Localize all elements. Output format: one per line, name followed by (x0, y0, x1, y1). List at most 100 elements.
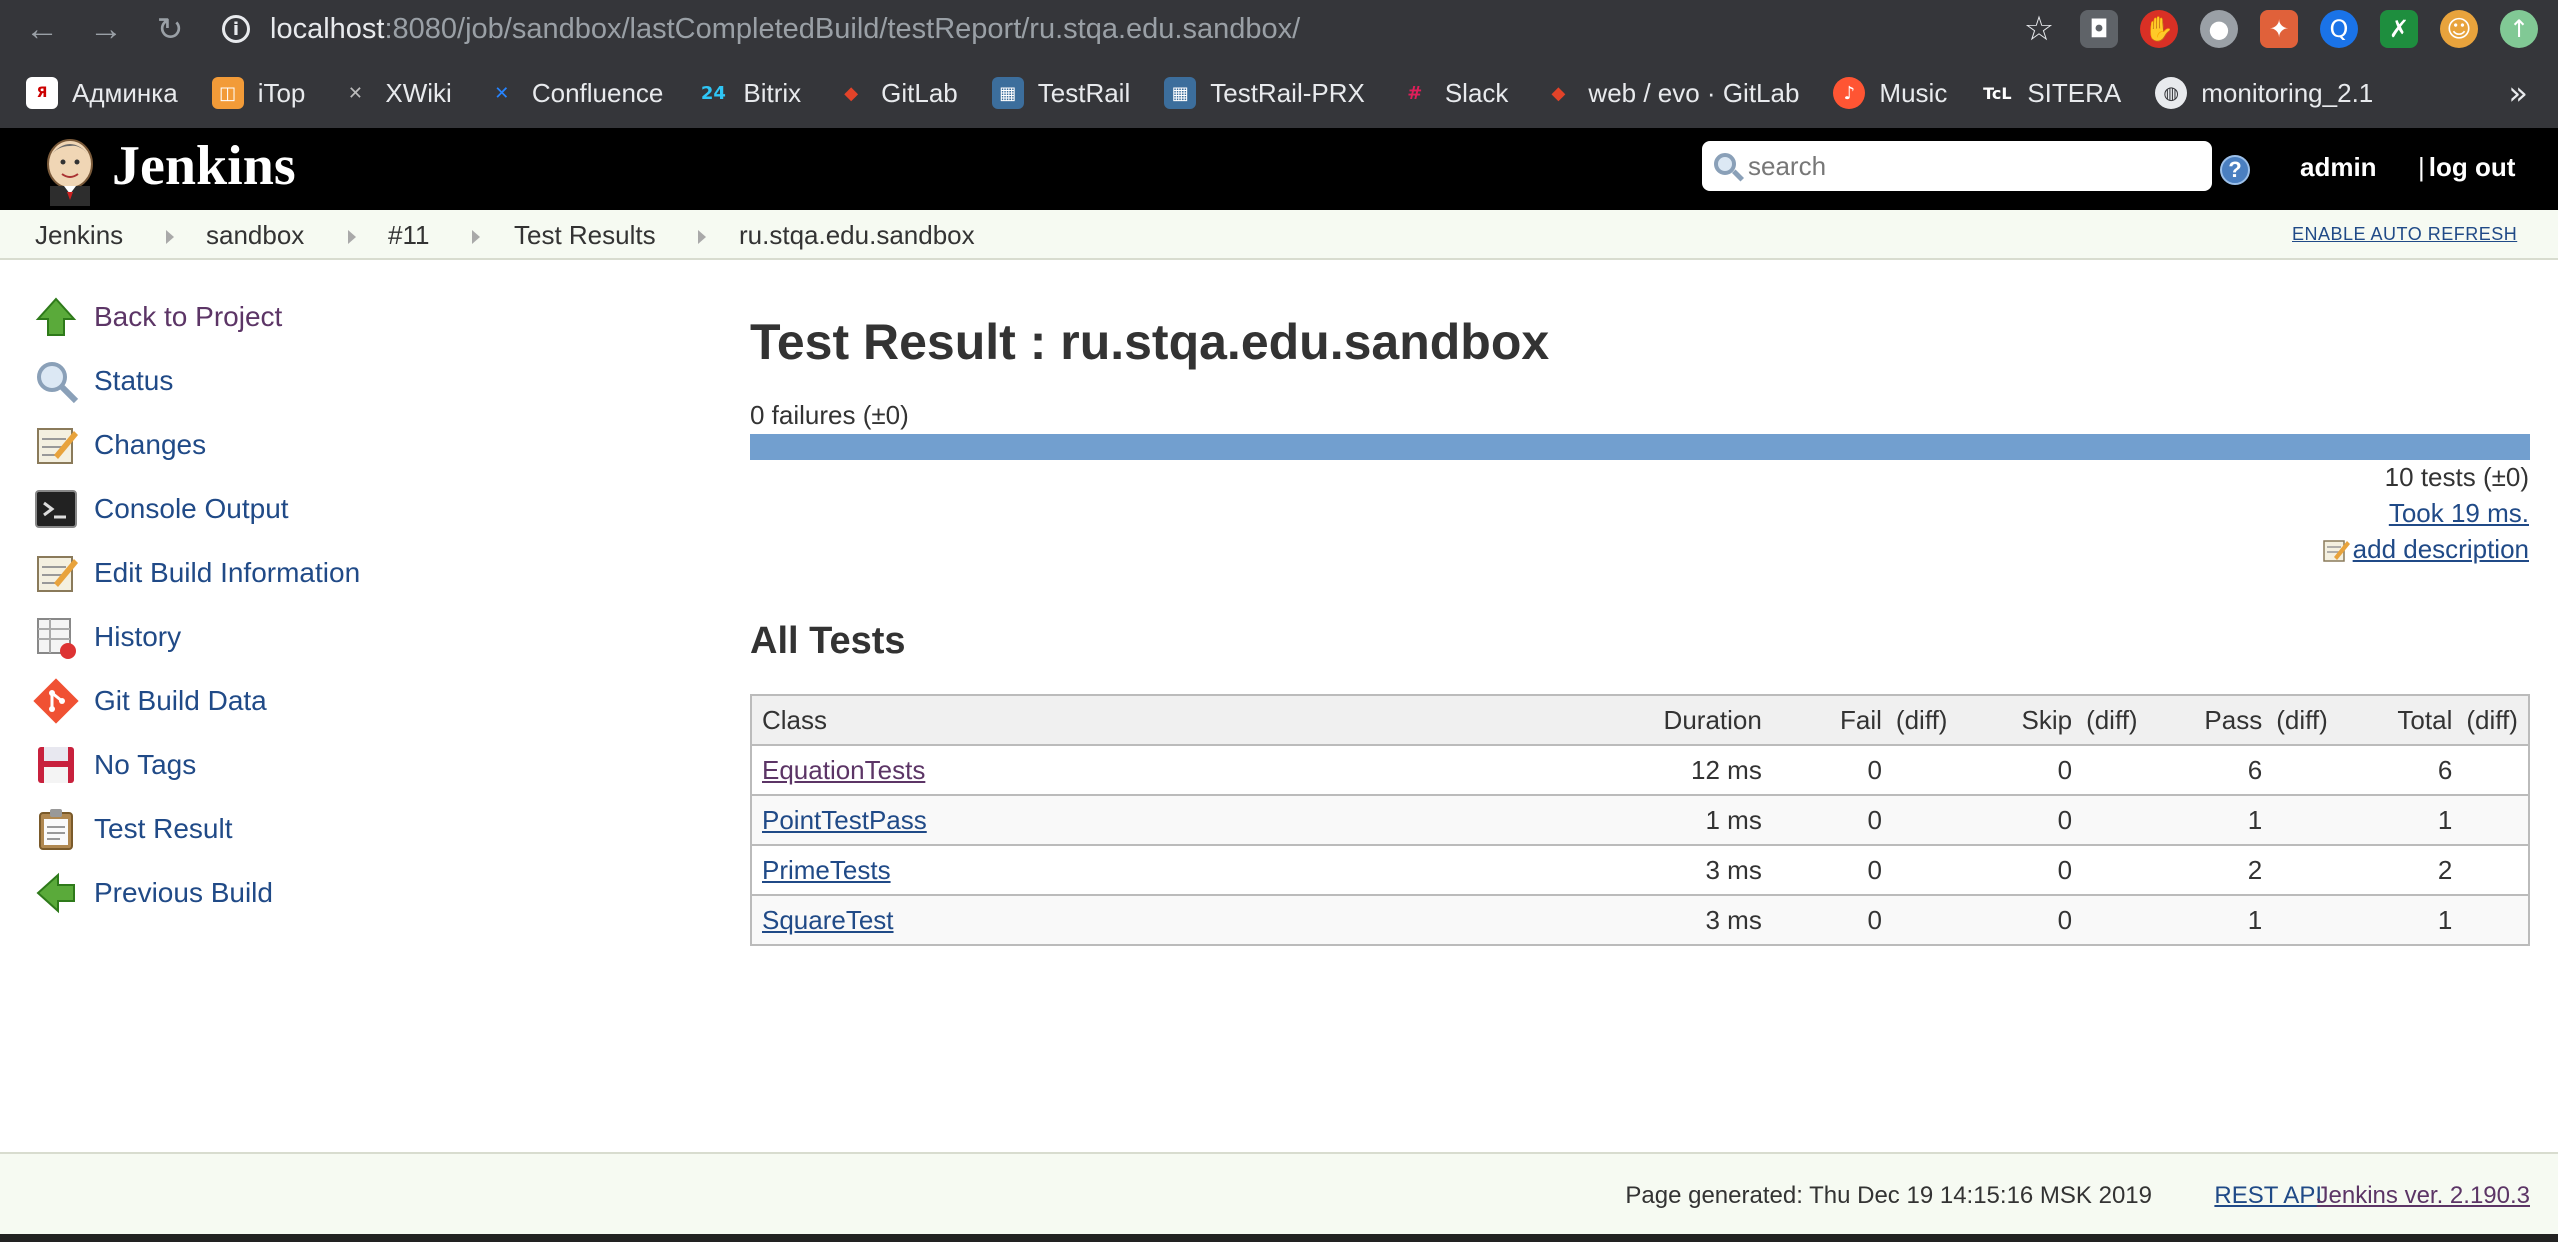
breadcrumb-separator-icon[interactable] (348, 230, 356, 244)
task-previous-build[interactable]: Previous Build (32, 868, 273, 918)
bookmark-item[interactable]: ♪ Music (1833, 77, 1947, 109)
column-header-total[interactable]: Total (2342, 695, 2463, 746)
bookmark-item[interactable]: ◆ GitLab (835, 77, 958, 109)
bookmark-item[interactable]: ◫ iTop (211, 77, 305, 109)
skip-diff-cell (2082, 745, 2153, 796)
profile-avatar[interactable]: ☺ (2440, 10, 2478, 48)
extension-icon[interactable]: ✗ (2380, 10, 2418, 48)
logout-link[interactable]: | log out (2418, 152, 2515, 183)
column-header-total-diff[interactable]: (diff) (2462, 695, 2529, 746)
column-header-pass-diff[interactable]: (diff) (2272, 695, 2343, 746)
forward-arrow-icon[interactable]: → (74, 0, 138, 58)
breadcrumb-separator-icon[interactable] (698, 230, 706, 244)
task-label: Back to Project (94, 301, 283, 332)
bookmark-item[interactable]: # Slack (1399, 77, 1508, 109)
class-link[interactable]: PrimeTests (762, 855, 891, 885)
page-generated-text: Page generated: Thu Dec 19 14:15:16 MSK … (1625, 1182, 2152, 1210)
task-console-output[interactable]: Console Output (32, 484, 289, 534)
enable-auto-refresh-link[interactable]: ENABLE AUTO REFRESH (2292, 224, 2517, 245)
task-edit-build-information[interactable]: Edit Build Information (32, 548, 360, 598)
search-box[interactable] (1702, 141, 2212, 191)
class-link[interactable]: EquationTests (762, 755, 925, 785)
column-header-class[interactable]: Class (751, 695, 1622, 746)
task-test-result[interactable]: Test Result (32, 804, 233, 854)
table-row: PointTestPass 1 ms 0 0 1 1 (751, 795, 2529, 846)
task-label: Previous Build (94, 877, 273, 908)
test-result-bar-pass (750, 434, 2530, 460)
user-link[interactable]: admin (2300, 152, 2377, 183)
breadcrumb-item-build[interactable]: #11 (388, 220, 429, 251)
gitlab-icon: ◆ (844, 82, 859, 104)
fail-cell: 0 (1771, 895, 1892, 946)
extension-icon[interactable]: Q (2320, 10, 2358, 48)
bookmark-star-icon[interactable]: ☆ (2020, 9, 2058, 49)
bookmark-item[interactable]: ▦ TestRail (991, 77, 1130, 109)
bookmark-item[interactable]: ✕ XWiki (339, 77, 452, 109)
add-description-link[interactable]: add description (2321, 534, 2529, 565)
extension-icon[interactable]: ✦ (2260, 10, 2298, 48)
column-header-skip-diff[interactable]: (diff) (2082, 695, 2153, 746)
breadcrumb-item-test-results[interactable]: Test Results (514, 220, 656, 251)
breadcrumb-item-package[interactable]: ru.stqa.edu.sandbox (739, 220, 975, 251)
class-link[interactable]: SquareTest (762, 905, 894, 935)
stop-hand-icon[interactable]: ✋ (2140, 10, 2178, 48)
task-no-tags[interactable]: No Tags (32, 740, 196, 790)
jenkins-title[interactable]: Jenkins (112, 134, 296, 198)
bookmark-item[interactable]: ✕ Confluence (486, 77, 663, 109)
url-text[interactable]: localhost:8080/job/sandbox/lastCompleted… (270, 13, 1300, 46)
breadcrumb-item-sandbox[interactable]: sandbox (206, 220, 304, 251)
extension-icon[interactable]: ● (2200, 10, 2238, 48)
task-git-build-data[interactable]: Git Build Data (32, 676, 267, 726)
bookmark-item[interactable]: Я Админка (26, 77, 178, 109)
bitrix-icon: 24 (700, 82, 726, 104)
breadcrumb-separator-icon[interactable] (472, 230, 480, 244)
column-header-skip[interactable]: Skip (1961, 695, 2083, 746)
skip-cell: 0 (1961, 745, 2083, 796)
bookmark-label: TestRail-PRX (1210, 77, 1365, 108)
task-status[interactable]: Status (32, 356, 173, 406)
left-arrow-icon (36, 872, 75, 914)
jenkins-version-link[interactable]: Jenkins ver. 2.190.3 (2317, 1182, 2530, 1210)
help-icon[interactable]: ? (2220, 155, 2250, 185)
window-bottom-edge (0, 1234, 2558, 1242)
duration-cell: 12 ms (1621, 745, 1772, 796)
address-bar[interactable]: i localhost:8080/job/sandbox/lastComplet… (222, 0, 2022, 58)
back-arrow-icon[interactable]: ← (10, 0, 74, 58)
bookmark-label: Bitrix (743, 77, 802, 108)
task-back-to-project[interactable]: Back to Project (32, 292, 282, 342)
all-tests-heading: All Tests (750, 620, 906, 662)
task-changes[interactable]: Changes (32, 420, 206, 470)
xwiki-icon: ✕ (347, 82, 363, 104)
bookmark-item[interactable]: TcL SITERA (1981, 77, 2121, 109)
search-input[interactable] (1748, 150, 2188, 182)
task-label: Console Output (94, 493, 289, 524)
bookmark-label: Админка (72, 77, 178, 108)
jenkins-butler-logo[interactable] (36, 134, 106, 206)
rest-api-link[interactable]: REST API (2214, 1182, 2322, 1210)
bookmark-item[interactable]: ◆ web / evo · GitLab (1542, 77, 1800, 109)
page-generated-label: Page generated: Thu Dec 19 14:15:16 MSK … (1625, 1182, 2152, 1209)
breadcrumb-item-jenkins[interactable]: Jenkins (35, 220, 123, 251)
bookmark-item[interactable]: 24 Bitrix (697, 77, 801, 109)
bookmark-item[interactable]: ▦ TestRail-PRX (1164, 77, 1365, 109)
column-header-fail-diff[interactable]: (diff) (1891, 695, 1962, 746)
task-label: Status (94, 365, 174, 396)
gitlab-icon: ◆ (1551, 82, 1566, 104)
task-history[interactable]: History (32, 612, 181, 662)
breadcrumb: Jenkins sandbox #11 Test Results ru.stqa… (0, 210, 2558, 260)
column-header-fail[interactable]: Fail (1771, 695, 1892, 746)
bookmark-label: Music (1879, 77, 1948, 108)
class-link[interactable]: PointTestPass (762, 805, 927, 835)
bookmarks-overflow-button[interactable]: » (2508, 58, 2528, 128)
camera-icon[interactable]: ◘ (2080, 10, 2118, 48)
update-icon[interactable]: ↑ (2500, 10, 2538, 48)
reload-icon[interactable]: ↻ (138, 0, 202, 58)
add-description-label: add description (2352, 534, 2529, 564)
column-header-duration[interactable]: Duration (1621, 695, 1772, 746)
bookmark-item[interactable]: ◍ monitoring_2.1 (2155, 77, 2373, 109)
column-header-pass[interactable]: Pass (2152, 695, 2273, 746)
took-link[interactable]: Took 19 ms. (2389, 498, 2529, 529)
pass-diff-cell (2272, 795, 2343, 846)
breadcrumb-separator-icon[interactable] (166, 230, 174, 244)
info-icon[interactable]: i (222, 15, 250, 43)
